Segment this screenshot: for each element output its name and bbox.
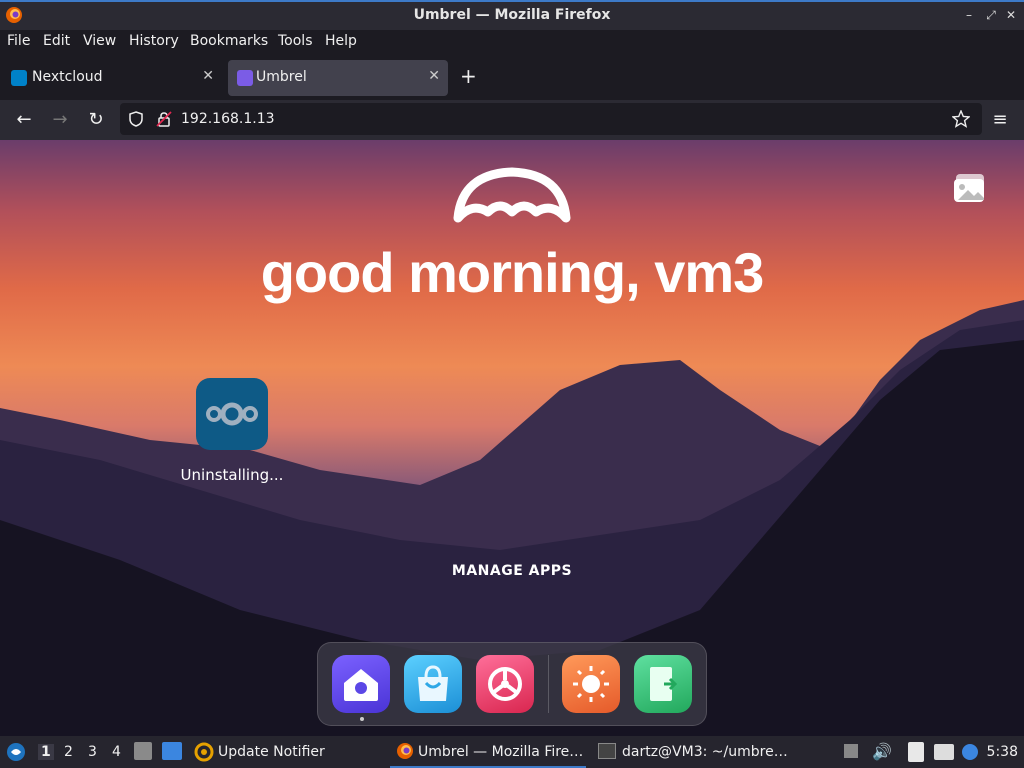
workspace-2[interactable]: 2 (64, 744, 73, 760)
settings-icon (488, 667, 522, 701)
clipboard-icon[interactable] (908, 742, 924, 762)
greeting-heading: good morning, vm3 (260, 241, 765, 304)
manage-apps-button[interactable]: MANAGE APPS (437, 554, 587, 588)
close-tab-icon[interactable]: ✕ (202, 68, 214, 84)
forward-button[interactable]: → (48, 108, 72, 132)
back-button[interactable]: ← (12, 108, 36, 132)
file-manager-icon[interactable] (134, 742, 152, 760)
taskbar-firefox-task[interactable]: Umbrel — Mozilla Fire… (390, 736, 586, 768)
start-menu-icon[interactable] (6, 742, 26, 762)
menu-help[interactable]: Help (325, 33, 357, 49)
window-title: Umbrel — Mozilla Firefox (413, 7, 611, 23)
tab-label: Umbrel (256, 69, 307, 85)
url-text[interactable]: 192.168.1.13 (181, 111, 275, 127)
navigation-bar: ← → ↻ 192.168.1.13 ≡ (0, 100, 1024, 140)
umbrel-dashboard: good morning, vm3 Uninstalling... MANAGE… (0, 140, 1024, 736)
shield-icon[interactable] (128, 111, 144, 127)
umbrel-icon (237, 70, 253, 86)
menu-bookmarks[interactable]: Bookmarks (190, 33, 268, 49)
wallpaper-picker-icon[interactable] (952, 172, 988, 204)
lock-insecure-icon[interactable] (156, 111, 172, 127)
tab-nextcloud[interactable]: Nextcloud ✕ (2, 60, 222, 96)
new-tab-button[interactable]: + (460, 64, 477, 88)
menu-history[interactable]: History (129, 33, 179, 49)
taskbar-update-notifier[interactable]: Update Notifier (194, 736, 374, 768)
menu-file[interactable]: File (7, 33, 30, 49)
umbrel-logo-icon (453, 167, 571, 223)
terminal-icon (598, 743, 616, 759)
sun-icon (573, 666, 609, 702)
dock-logout-button[interactable] (634, 655, 692, 713)
firefox-icon (397, 743, 413, 759)
taskbar-terminal-task[interactable]: dartz@VM3: ~/umbre… (594, 736, 794, 768)
home-icon (344, 669, 378, 701)
menu-tools[interactable]: Tools (278, 33, 313, 49)
hamburger-menu-icon[interactable]: ≡ (988, 108, 1012, 132)
notification-icon[interactable] (962, 744, 978, 760)
window-titlebar: Umbrel — Mozilla Firefox – ⤢ ✕ (0, 0, 1024, 30)
firefox-task-label: Umbrel — Mozilla Fire… (418, 744, 584, 760)
nextcloud-icon (206, 402, 258, 426)
update-notifier-icon (194, 742, 214, 762)
reload-button[interactable]: ↻ (84, 108, 108, 132)
tab-umbrel[interactable]: Umbrel ✕ (228, 60, 448, 96)
dock-settings-button[interactable] (476, 655, 534, 713)
nextcloud-icon (11, 70, 27, 86)
workspace-4[interactable]: 4 (112, 744, 121, 760)
menu-edit[interactable]: Edit (43, 33, 70, 49)
tab-bar: Nextcloud ✕ Umbrel ✕ (0, 58, 1024, 98)
network-icon[interactable] (934, 744, 954, 760)
app-status-label: Uninstalling... (180, 466, 284, 484)
dock-theme-button[interactable] (562, 655, 620, 713)
door-exit-icon (650, 667, 678, 701)
close-tab-icon[interactable]: ✕ (428, 68, 440, 84)
show-desktop-icon[interactable] (162, 742, 182, 760)
url-bar[interactable]: 192.168.1.13 (120, 103, 982, 135)
tray-arrow-icon[interactable] (844, 744, 858, 758)
menu-bar: File Edit View History Bookmarks Tools H… (0, 30, 1024, 54)
clock[interactable]: 5:38 (987, 744, 1018, 760)
volume-icon[interactable]: 🔊 (872, 742, 892, 761)
dock-app-store-button[interactable] (404, 655, 462, 713)
nextcloud-app-icon[interactable] (196, 378, 268, 450)
shopping-bag-icon (418, 665, 448, 701)
menu-view[interactable]: View (83, 33, 116, 49)
dock-home-button[interactable] (332, 655, 390, 713)
tab-label: Nextcloud (32, 69, 103, 85)
workspace-1[interactable]: 1 (38, 744, 54, 760)
active-indicator-dot (360, 717, 364, 721)
update-notifier-label: Update Notifier (218, 744, 325, 760)
star-bookmark-icon[interactable] (952, 110, 970, 128)
system-taskbar: 1 2 3 4 Update Notifier Umbrel — Mozilla… (0, 736, 1024, 768)
minimize-button[interactable]: – (962, 8, 976, 22)
maximize-button[interactable]: ⤢ (984, 8, 998, 22)
dock-divider (548, 655, 549, 713)
close-window-button[interactable]: ✕ (1004, 8, 1018, 22)
terminal-task-label: dartz@VM3: ~/umbre… (622, 744, 788, 760)
app-dock (317, 642, 707, 726)
workspace-3[interactable]: 3 (88, 744, 97, 760)
